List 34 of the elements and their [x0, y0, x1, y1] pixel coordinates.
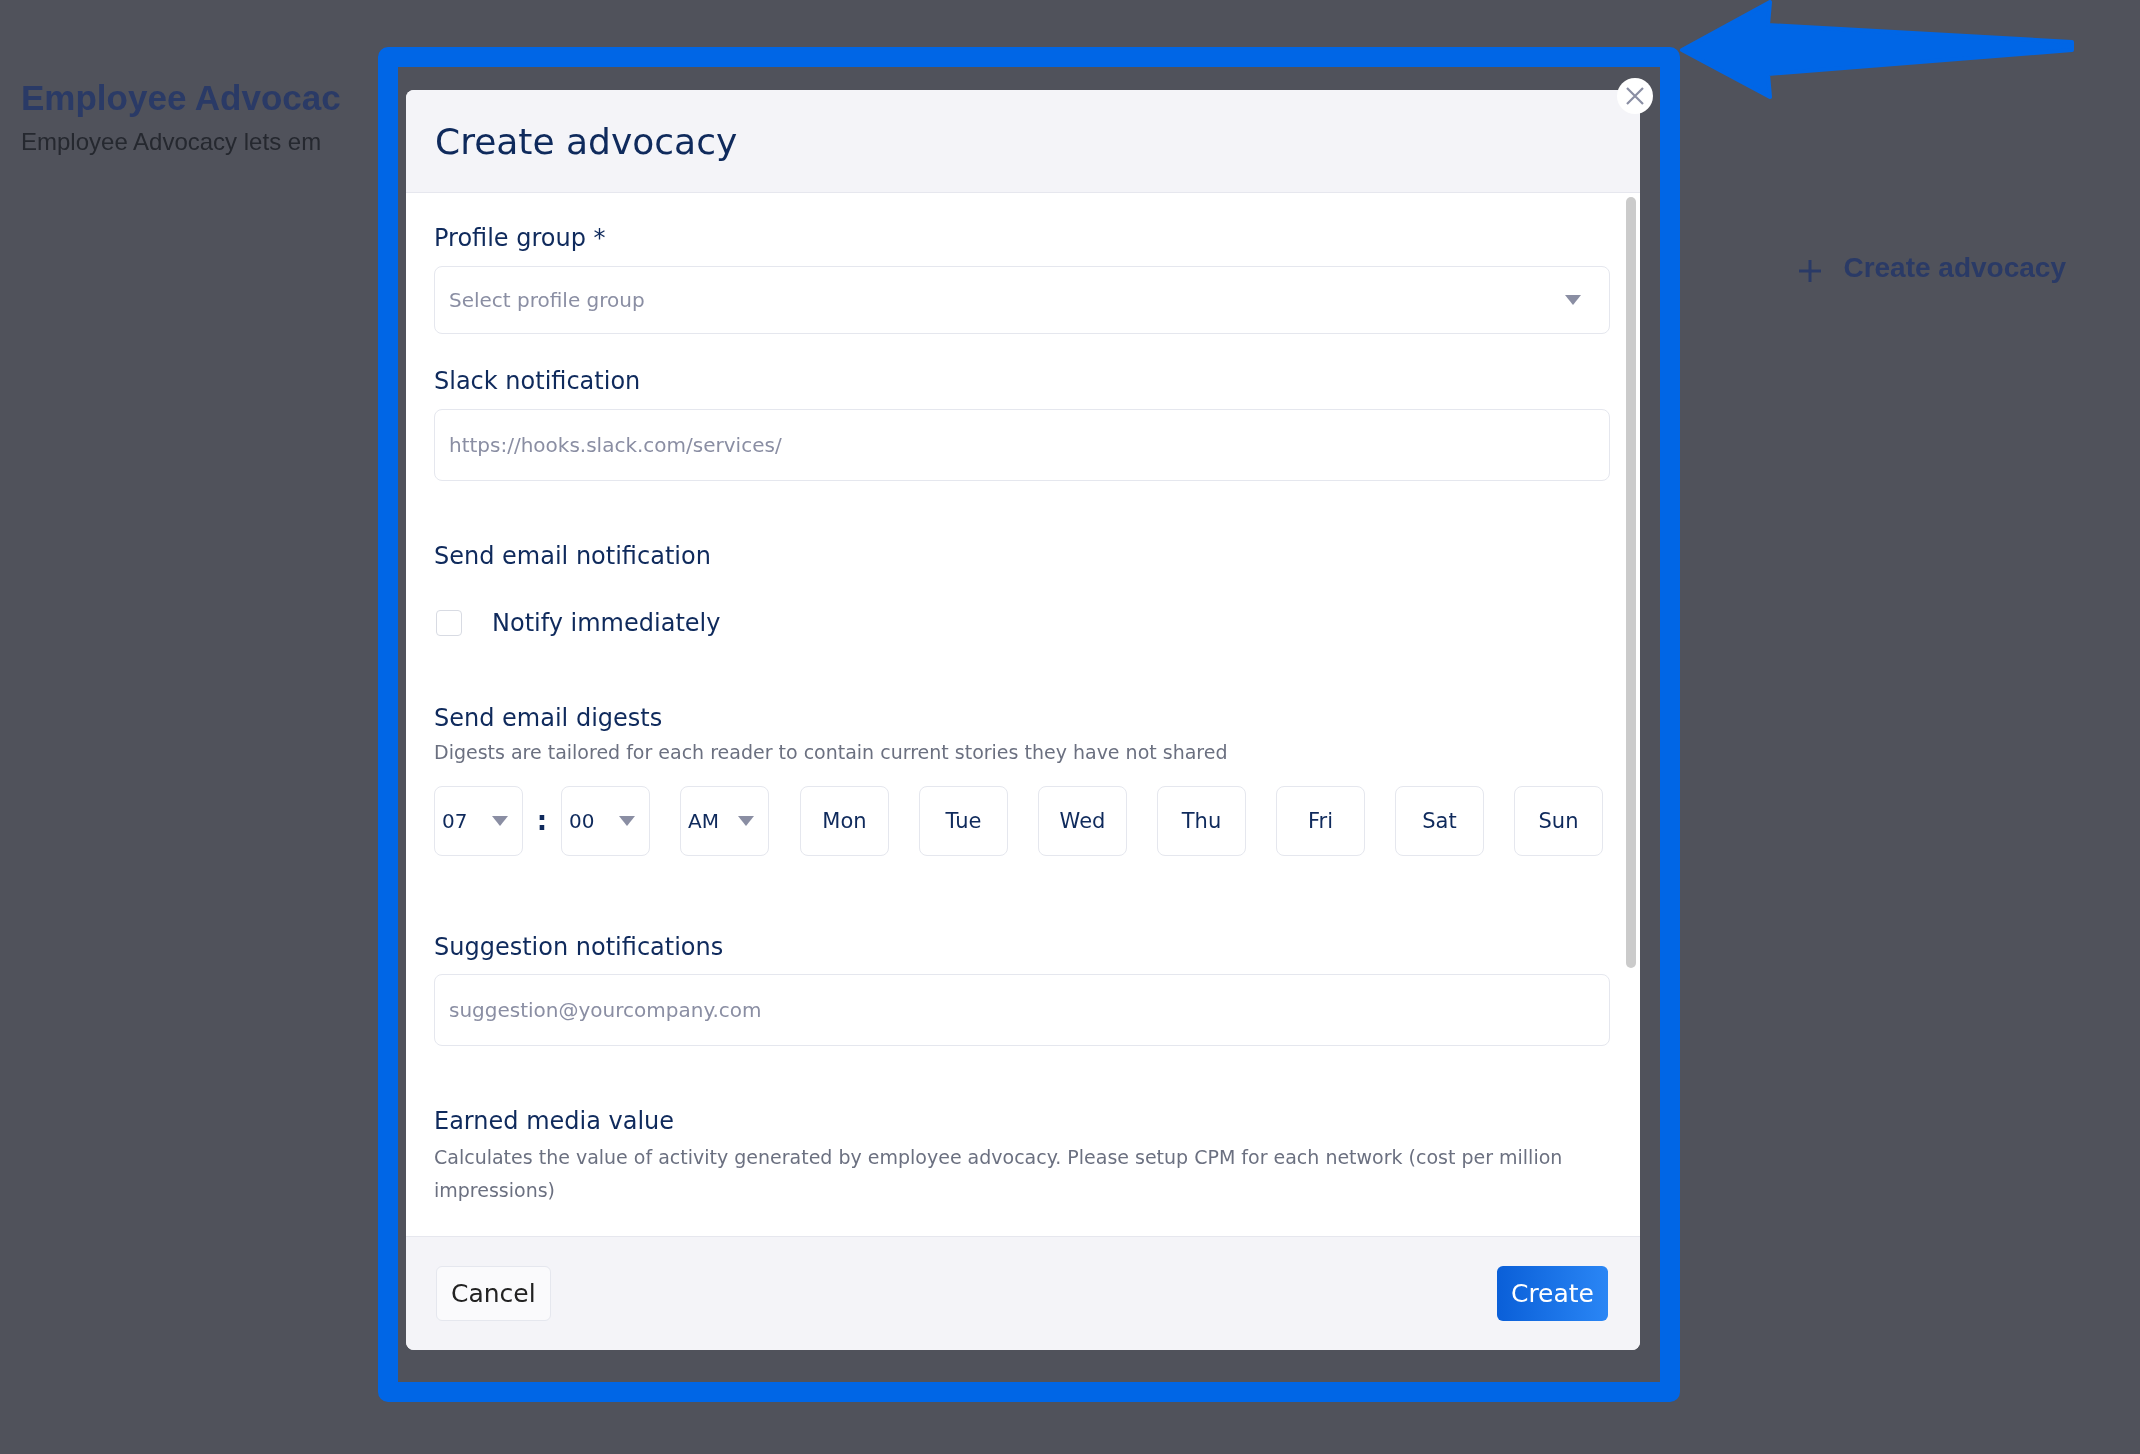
hour-select[interactable]: 07	[434, 786, 523, 856]
slack-url-field[interactable]: https://hooks.slack.com/services/	[434, 409, 1610, 481]
create-button[interactable]: Create	[1496, 1266, 1608, 1321]
time-separator: :	[535, 806, 549, 836]
minute-select[interactable]: 00	[561, 786, 650, 856]
day-toggle[interactable]: Thu	[1157, 786, 1246, 856]
field-label: Profile group *	[434, 223, 607, 254]
field-label: Slack notification	[434, 366, 642, 397]
caret-icon	[492, 816, 508, 826]
field-label: Earned media value	[434, 1106, 676, 1137]
field-label: Send email notification	[434, 541, 712, 572]
day-toggle[interactable]: Wed	[1038, 786, 1127, 856]
caret-icon	[1565, 295, 1581, 305]
day-toggle[interactable]: Sat	[1395, 786, 1484, 856]
scrollbar-thumb[interactable]	[1626, 197, 1636, 968]
day-toggle[interactable]: Tue	[919, 786, 1008, 856]
close-icon	[1626, 87, 1644, 105]
caret-icon	[619, 816, 635, 826]
dialog-title: Create advocacy	[435, 120, 738, 162]
close-button[interactable]	[1617, 78, 1653, 114]
field-label: Suggestion notifications	[434, 932, 725, 963]
checkbox-label: Notify immediately	[492, 609, 721, 637]
period-select[interactable]: AM	[680, 786, 769, 856]
day-toggle[interactable]: Mon	[800, 786, 889, 856]
field-label: Send email digests	[434, 703, 664, 734]
day-toggle[interactable]: Sun	[1514, 786, 1603, 856]
cancel-button[interactable]: Cancel	[436, 1266, 551, 1321]
field-description: Digests are tailored for each reader to contain current stories they have not shared	[434, 740, 1229, 765]
plus-icon	[1799, 257, 1822, 279]
suggestion-email-field[interactable]: suggestion@yourcompany.com	[434, 974, 1610, 1046]
day-toggle[interactable]: Fri	[1276, 786, 1365, 856]
field-description: Calculates the value of activity generated by employee advocacy. Please setup CPM for each network (cost per million impressions)	[434, 1145, 1564, 1203]
caret-icon	[738, 816, 754, 826]
checkbox[interactable]	[436, 610, 462, 636]
